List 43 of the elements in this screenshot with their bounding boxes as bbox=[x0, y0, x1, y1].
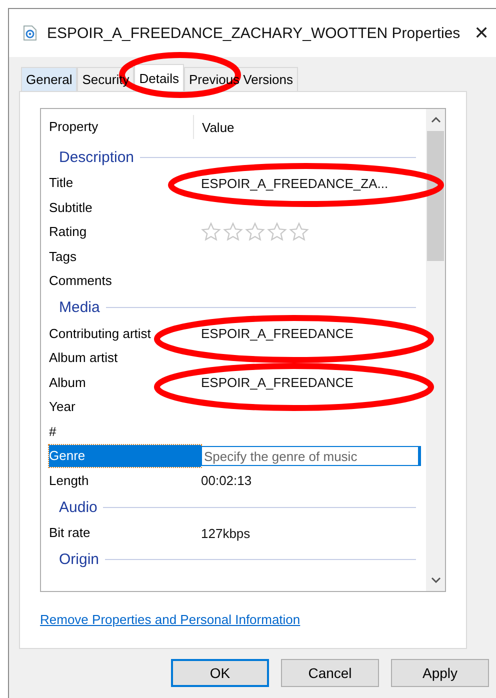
scrollbar-thumb[interactable] bbox=[427, 131, 444, 261]
group-label: Audio bbox=[58, 498, 98, 516]
property-value: ESPOIR_A_FREEDANCE bbox=[201, 326, 354, 342]
property-name[interactable]: Rating bbox=[49, 221, 201, 244]
property-value: ESPOIR_A_FREEDANCE_ZA... bbox=[201, 176, 388, 191]
group-label: Media bbox=[58, 299, 100, 316]
property-name[interactable]: Comments bbox=[49, 270, 201, 292]
property-value: ESPOIR_A_FREEDANCE bbox=[201, 375, 354, 390]
column-header[interactable]: Property bbox=[49, 115, 194, 139]
property-name[interactable]: Bit rate bbox=[49, 522, 201, 544]
star-icon[interactable] bbox=[223, 222, 243, 242]
genre-input-field[interactable]: Specify the genre of music bbox=[201, 446, 421, 466]
property-name[interactable]: Length bbox=[49, 470, 201, 492]
remove-properties-link[interactable]: Remove Properties and Personal Information bbox=[40, 612, 300, 627]
scroll-up-icon[interactable] bbox=[430, 117, 440, 123]
scroll-down-icon[interactable] bbox=[430, 577, 440, 583]
property-name[interactable]: Tags bbox=[49, 246, 201, 268]
property-name[interactable]: # bbox=[49, 420, 201, 443]
property-name[interactable]: Album artist bbox=[49, 347, 201, 370]
property-name[interactable]: Genre bbox=[49, 445, 201, 468]
dialog-button[interactable]: Cancel bbox=[281, 659, 379, 687]
tab[interactable]: General bbox=[21, 67, 78, 91]
column-header[interactable]: Value bbox=[194, 120, 234, 134]
property-name[interactable]: Contributing artist bbox=[49, 322, 201, 345]
group-label: Origin bbox=[58, 551, 100, 568]
dialog-button[interactable]: OK bbox=[171, 659, 269, 687]
star-icon[interactable] bbox=[201, 222, 221, 242]
property-value: 00:02:13 bbox=[201, 473, 252, 488]
group-label: Description bbox=[58, 148, 134, 166]
window-title: ESPOIR_A_FREEDANCE_ZACHARY_WOOTTEN Properties bbox=[47, 24, 462, 42]
dialog-button[interactable]: Apply bbox=[391, 659, 489, 687]
star-icon[interactable] bbox=[267, 222, 287, 242]
property-name[interactable]: Title bbox=[49, 172, 201, 194]
file-icon bbox=[23, 25, 37, 41]
star-icon[interactable] bbox=[245, 222, 265, 242]
property-name[interactable]: Year bbox=[49, 396, 201, 418]
scrollbar[interactable] bbox=[426, 109, 445, 591]
tab[interactable]: Details bbox=[134, 64, 184, 91]
star-icon[interactable] bbox=[289, 222, 309, 242]
close-button[interactable]: ✕ bbox=[470, 22, 493, 44]
property-name[interactable]: Album bbox=[49, 372, 201, 394]
property-name[interactable]: Subtitle bbox=[49, 196, 201, 219]
property-value: 127kbps bbox=[201, 526, 250, 541]
